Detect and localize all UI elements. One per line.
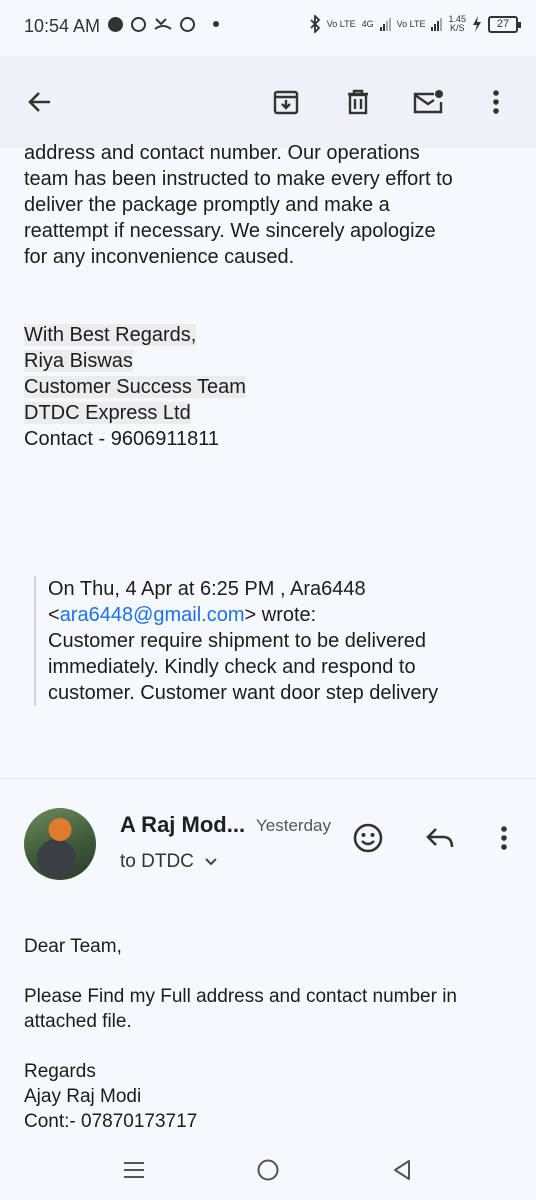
quoted-message: On Thu, 4 Apr at 6:25 PM , Ara6448 <ara6… [34,576,514,706]
quote-body-line: Customer require shipment to be delivere… [48,630,426,652]
more-notifications-icon [213,21,219,27]
back-arrow-icon [28,92,50,112]
recipients-toggle[interactable]: to DTDC [120,851,218,873]
net-speed: 1.45 K/S [448,15,466,33]
emoji-reaction-button[interactable] [348,818,388,858]
signature-company: DTDC Express Ltd [24,402,191,424]
quote-header: On Thu, 4 Apr at 6:25 PM , Ara6448 [48,578,366,600]
quote-email-open: < [48,604,60,626]
battery-icon: 27 [488,15,521,33]
signature-line: With Best Regards, [24,322,514,348]
bluetooth-icon [310,15,321,33]
recents-button[interactable] [120,1156,148,1184]
quote-wrote: > wrote: [244,604,317,626]
reply-button[interactable] [420,818,460,858]
quote-email-link[interactable]: ara6448@gmail.com [60,604,245,626]
sim1-signal-icon [379,17,391,31]
message-time: Yesterday [256,816,331,835]
message-body: address and contact number. Our operatio… [24,140,514,452]
message-body-text: address and contact number. Our operatio… [24,142,453,268]
sender-name[interactable]: A Raj Mod... [120,812,245,838]
quote-body-line: customer. Customer want door step delive… [48,682,439,704]
more-vert-icon [501,826,507,850]
archive-icon [273,90,299,115]
reply-icon [426,828,454,848]
status-bar: 10:54 AM Vo LTE 4G Vo LTE 1.45 K/S 27 [0,0,536,56]
archive-button[interactable] [266,82,306,122]
closing: Regards Ajay Raj Modi Cont:- 07870173717 [24,1059,514,1134]
message-divider [0,778,536,779]
message-2-body: Dear Team, Please Find my Full address a… [24,934,514,1134]
menu-icon [124,1162,144,1178]
signature-line: Customer Success Team [24,374,514,400]
charging-icon [473,16,481,32]
closing-line: Ajay Raj Modi [24,1086,142,1107]
greeting: Dear Team, [24,936,122,957]
signature: With Best Regards, Riya Biswas Customer … [24,322,514,452]
signature-regards: With Best Regards, [24,324,197,346]
sender-avatar[interactable] [24,808,96,880]
sim1-volte-label: Vo LTE [326,18,356,29]
battery-level: 27 [496,17,510,30]
system-back-button[interactable] [388,1156,416,1184]
net-speed-unit: K/S [449,23,465,33]
body-line: attached file. [24,1011,132,1032]
sim1-network-label: 4G [361,18,374,29]
signature-line: Riya Biswas [24,348,514,374]
sim2-signal-icon [431,17,443,31]
more-options-button[interactable] [476,82,516,122]
body-paragraph: Please Find my Full address and contact … [24,984,514,1034]
notification-icons [108,16,219,32]
message-more-button[interactable] [484,818,524,858]
whatsapp-icon [131,16,146,32]
back-triangle-icon [394,1160,410,1180]
system-nav-bar [0,1140,536,1200]
home-circle-icon [257,1159,279,1181]
home-button[interactable] [254,1156,282,1184]
app-toolbar [0,56,536,148]
signature-contact: Contact - 9606911811 [24,428,219,450]
body-line: Please Find my Full address and contact … [24,986,457,1007]
b-app-icon [180,16,195,32]
delete-icon [348,89,368,115]
status-time: 10:54 AM [24,16,101,36]
quote-body-line: immediately. Kindly check and respond to [48,656,416,678]
delete-button[interactable] [338,82,378,122]
closing-line: Cont:- 07870173717 [24,1111,198,1132]
quote-header-email: <ara6448@gmail.com> wrote: [48,602,514,628]
sim2-volte-label: Vo LTE [396,18,426,29]
emoji-icon [353,823,383,853]
signature-line: DTDC Express Ltd [24,400,514,426]
notification-app-icon [108,16,123,32]
closing-line: Regards [24,1061,96,1082]
signature-name: Riya Biswas [24,350,133,372]
mark-unread-button[interactable] [408,82,448,122]
status-right-icons: Vo LTE 4G Vo LTE 1.45 K/S 27 [309,15,521,33]
chevron-down-icon [205,858,217,866]
back-button[interactable] [20,82,60,122]
signature-team: Customer Success Team [24,376,246,398]
missed-call-icon [154,18,172,30]
recipients-label: to DTDC [120,851,194,872]
mark-unread-icon [413,90,443,114]
more-vert-icon [493,90,499,114]
